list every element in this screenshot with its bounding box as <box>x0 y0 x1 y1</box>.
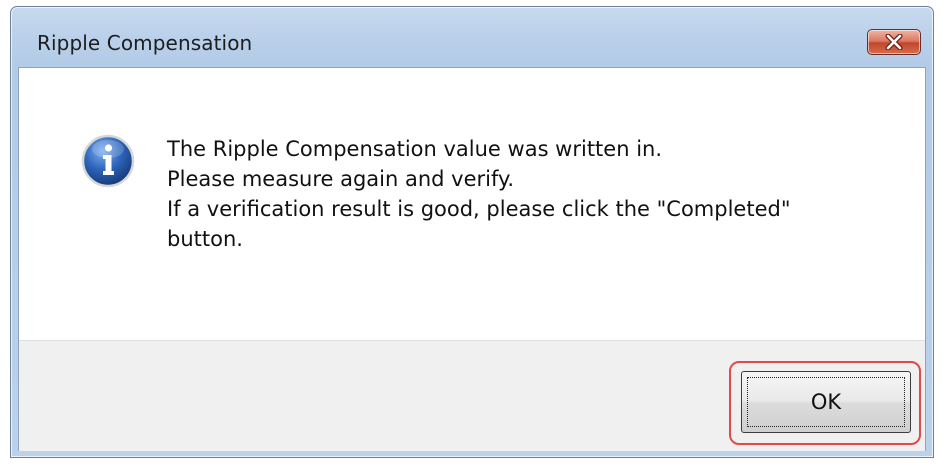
close-icon <box>885 34 903 50</box>
ok-button-label: OK <box>810 390 842 414</box>
info-icon <box>81 134 135 188</box>
dialog-window: Ripple Compensation The Ripple Compensat… <box>10 6 934 458</box>
message-line-2: Please measure again and verify. <box>167 167 515 191</box>
message-line-3: If a verification result is good, please… <box>167 197 791 221</box>
close-button[interactable] <box>867 29 921 55</box>
ok-button[interactable]: OK <box>741 371 911 433</box>
button-bar: OK <box>19 340 925 451</box>
message-line-1: The Ripple Compensation value was writte… <box>167 137 663 161</box>
window-title: Ripple Compensation <box>37 31 253 55</box>
title-bar[interactable]: Ripple Compensation <box>11 7 933 69</box>
message-text: The Ripple Compensation value was writte… <box>167 134 887 254</box>
dialog-content: The Ripple Compensation value was writte… <box>18 67 926 451</box>
message-line-4: button. <box>167 227 243 251</box>
